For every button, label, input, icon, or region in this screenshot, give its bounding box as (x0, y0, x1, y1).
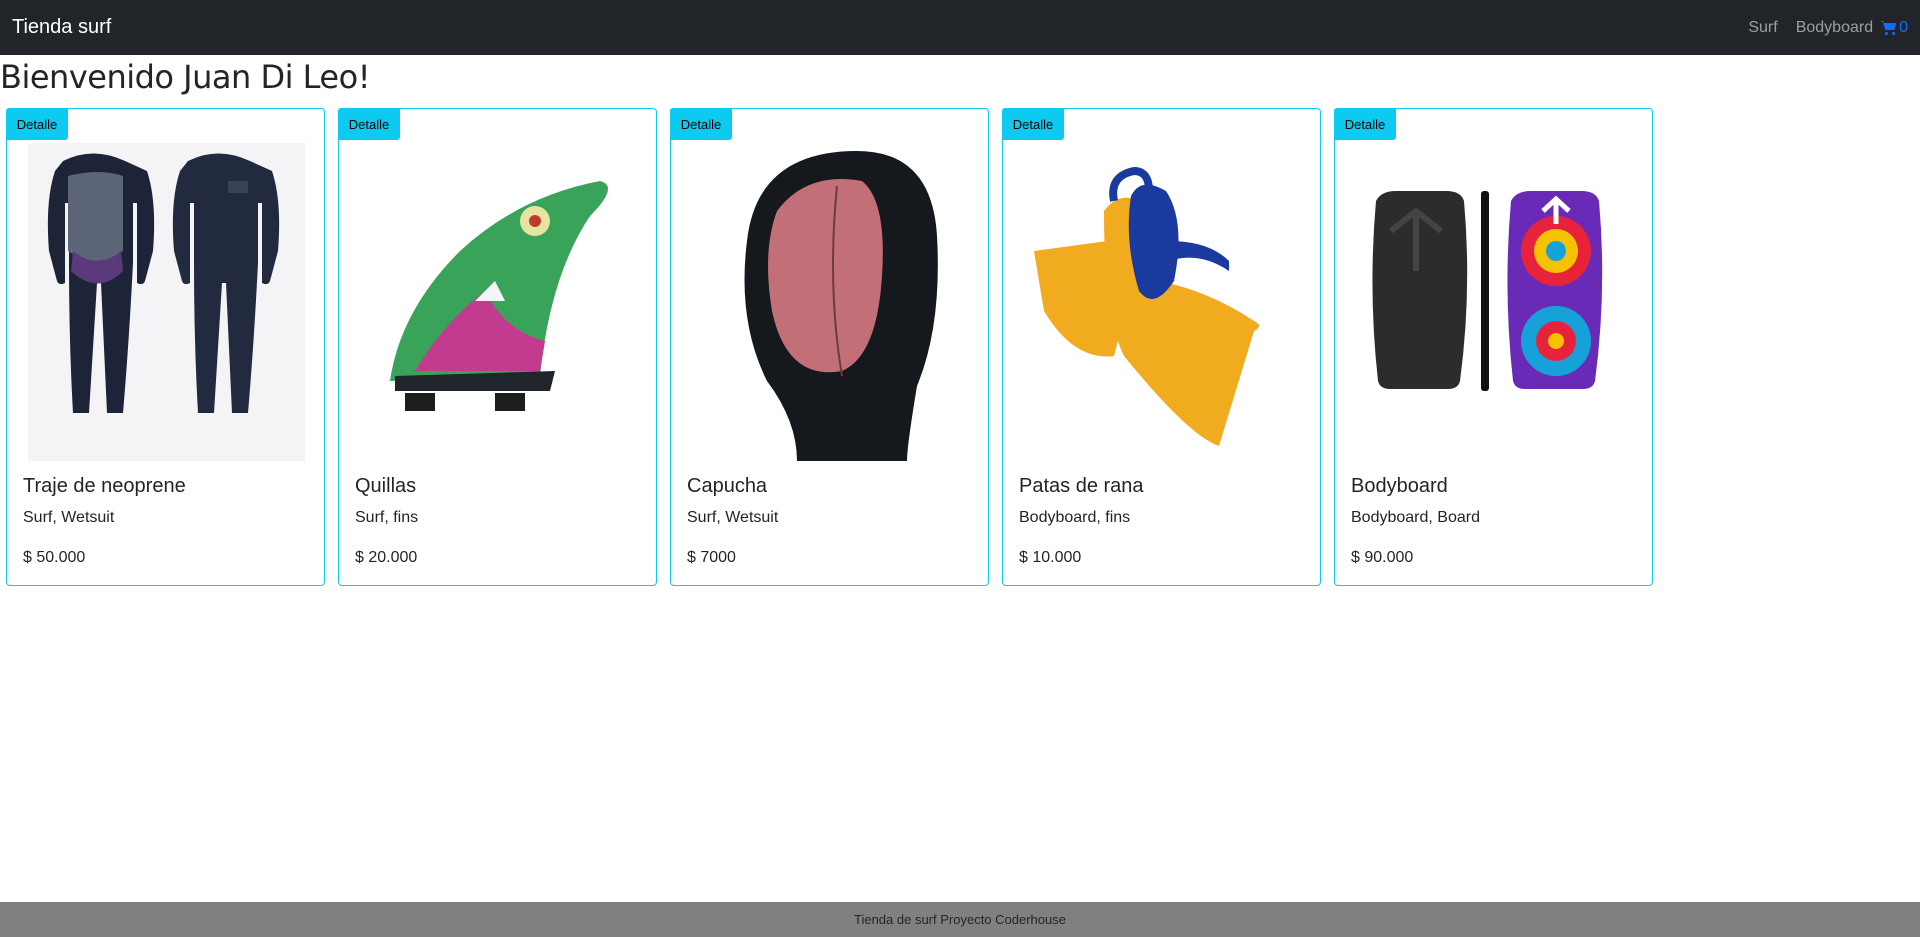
product-price: $ 90.000 (1351, 549, 1414, 566)
cart-button[interactable]: 0 (1881, 19, 1908, 37)
product-title: Traje de neoprene (23, 475, 186, 497)
nav-links: Surf Bodyboard 0 (1748, 19, 1908, 37)
product-card: Detalle Bodyboard Bodyboard, Board $ 90.… (1334, 108, 1653, 586)
nav-link-surf[interactable]: Surf (1748, 19, 1777, 37)
cart-icon (1881, 20, 1897, 35)
detail-button[interactable]: Detalle (670, 108, 732, 140)
product-price: $ 7000 (687, 549, 736, 566)
wetsuit-image (23, 141, 310, 465)
detail-button[interactable]: Detalle (1334, 108, 1396, 140)
hood-image (687, 141, 974, 465)
nav-link-bodyboard[interactable]: Bodyboard (1796, 19, 1873, 37)
product-price: $ 10.000 (1019, 549, 1082, 566)
product-card: Detalle Patas de rana Bodyboard, fins $ … (1002, 108, 1321, 586)
product-tags: Bodyboard, fins (1019, 509, 1131, 526)
detail-button[interactable]: Detalle (338, 108, 400, 140)
navbar: Tienda surf Surf Bodyboard 0 (0, 0, 1920, 55)
product-price: $ 50.000 (23, 549, 86, 566)
brand-link[interactable]: Tienda surf (12, 16, 111, 39)
bodyboard-image (1351, 141, 1638, 465)
detail-button[interactable]: Detalle (1002, 108, 1064, 140)
product-title: Quillas (355, 475, 417, 497)
product-title: Capucha (687, 475, 768, 497)
fin-image (355, 141, 642, 465)
product-card: Detalle Traje de neoprene Surf, Wetsuit … (6, 108, 325, 586)
footer: Tienda de surf Proyecto Coderhouse (0, 902, 1920, 937)
swim-fins-image (1019, 141, 1306, 465)
product-tags: Surf, Wetsuit (687, 509, 779, 526)
product-title: Bodyboard (1351, 475, 1448, 497)
footer-text: Tienda de surf Proyecto Coderhouse (854, 912, 1066, 927)
product-price: $ 20.000 (355, 549, 418, 566)
cart-count: 0 (1899, 18, 1908, 36)
product-tags: Bodyboard, Board (1351, 509, 1480, 526)
product-tags: Surf, fins (355, 509, 419, 526)
welcome-heading: Bienvenido Juan Di Leo! (0, 58, 371, 96)
detail-button[interactable]: Detalle (6, 108, 68, 140)
product-title: Patas de rana (1019, 475, 1144, 497)
product-card: Detalle Quillas Surf, fins $ 20.000 (338, 108, 657, 586)
product-list: Detalle Traje de neoprene Surf, Wetsuit … (6, 108, 1653, 586)
product-tags: Surf, Wetsuit (23, 509, 115, 526)
product-card: Detalle Capucha Surf, Wetsuit $ 7000 (670, 108, 989, 586)
